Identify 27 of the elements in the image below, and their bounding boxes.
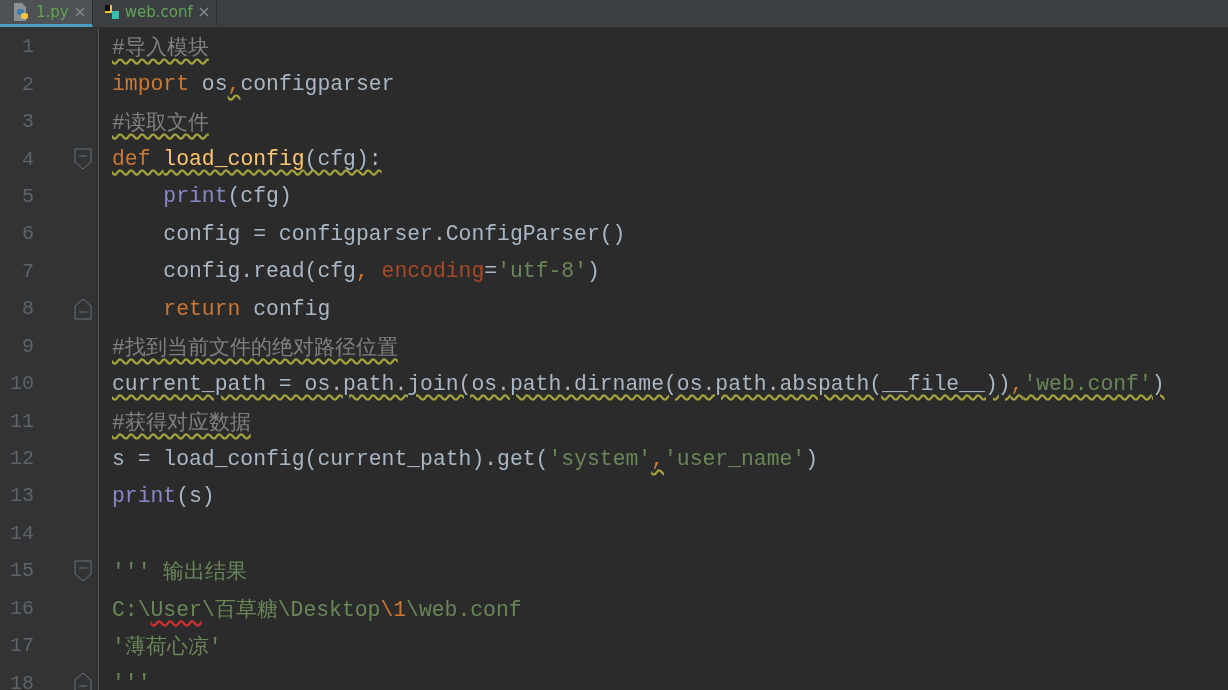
fold-icon[interactable] bbox=[74, 672, 92, 690]
code-line: ''' 输出结果 bbox=[112, 559, 248, 586]
code-line: '薄荷心凉' bbox=[112, 634, 222, 661]
code-line: print(cfg) bbox=[162, 184, 292, 209]
file-tab[interactable]: web.conf bbox=[92, 0, 217, 27]
code-line: #读取文件 bbox=[112, 110, 209, 137]
code-line: C:\User\百草糖\Desktop\1\web.conf bbox=[112, 596, 522, 623]
code-line: s = load_config(current_path).get('system','user_name') bbox=[112, 446, 819, 471]
code-line: ''' bbox=[112, 671, 151, 690]
code-line: return config bbox=[162, 296, 331, 321]
code-line: def load_config(cfg): bbox=[112, 147, 382, 172]
close-icon[interactable] bbox=[198, 7, 209, 17]
code-line: current_path = os.path.join(os.path.dirname(os.path.abspath(__file__)),'web.conf') bbox=[112, 371, 1165, 396]
code-line: config.read(cfg, encoding='utf-8') bbox=[162, 259, 600, 284]
fold-icon[interactable] bbox=[74, 148, 92, 171]
code-line: import os,configparser bbox=[112, 72, 395, 97]
close-icon[interactable] bbox=[74, 7, 85, 17]
code-line: print(s) bbox=[112, 483, 215, 508]
code-line: #找到当前文件的绝对路径位置 bbox=[112, 334, 398, 361]
code-line: #导入模块 bbox=[112, 35, 209, 62]
config-file-icon bbox=[104, 5, 119, 19]
fold-icon[interactable] bbox=[74, 559, 92, 582]
fold-icon[interactable] bbox=[74, 297, 92, 320]
code-line: #获得对应数据 bbox=[112, 409, 251, 436]
code-line: config = configparser.ConfigParser() bbox=[162, 221, 626, 246]
file-tab[interactable]: 1.py bbox=[0, 0, 93, 27]
python-file-icon bbox=[12, 2, 30, 22]
